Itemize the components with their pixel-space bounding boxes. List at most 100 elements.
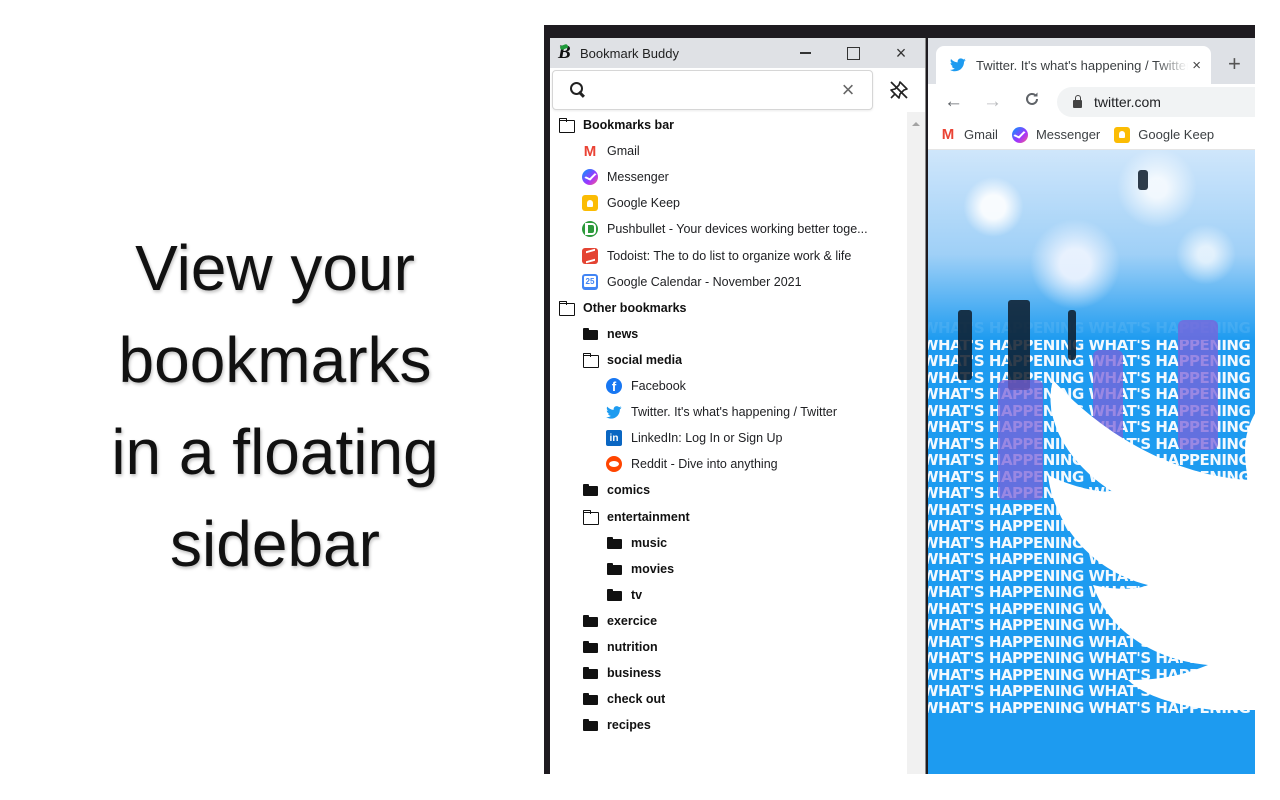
folder-closed-icon [582, 639, 598, 655]
linkedin-icon: in [606, 430, 622, 447]
bookmark-twitter-it-s-what-s-happening-[interactable]: Twitter. It's what's happening / Twitter [550, 399, 907, 425]
bookmarks-bar: M Gmail Messenger Google Keep [928, 120, 1255, 150]
item-label: comics [607, 483, 651, 498]
clear-search-button[interactable]: × [836, 79, 860, 101]
item-label: nutrition [607, 640, 658, 654]
bookmark-messenger[interactable]: Messenger [1011, 126, 1100, 143]
scrollbar[interactable] [907, 112, 925, 774]
item-label: Google Keep [607, 196, 680, 211]
item-label: Pushbullet - Your devices working better… [607, 222, 868, 237]
tab-twitter[interactable]: Twitter. It's what's happening / Twitter… [936, 46, 1211, 84]
unpin-button[interactable] [873, 70, 925, 110]
tab-title: Twitter. It's what's happening / Twitter [976, 57, 1189, 73]
folder-closed-icon [582, 482, 598, 498]
browser-toolbar: ← → twitter.com [928, 84, 1255, 120]
twitter-bird-logo-icon [1048, 380, 1255, 710]
google-keep-icon [1114, 126, 1131, 143]
headline-line: sidebar [170, 508, 380, 580]
folder-bookmarks-bar[interactable]: Bookmarks bar [550, 112, 907, 138]
item-label: LinkedIn: Log In or Sign Up [631, 431, 783, 446]
google-calendar-icon: 25 [582, 273, 598, 290]
search-row: × [550, 68, 925, 112]
folder-closed-icon [582, 691, 598, 707]
item-label: movies [631, 561, 675, 576]
item-label: social media [607, 352, 683, 367]
todoist-icon [582, 247, 598, 264]
bookmark-buddy-window: B Bookmark Buddy × × Bookmarks bar M Gma… [550, 38, 926, 774]
folder-recipes[interactable]: recipes [550, 712, 907, 738]
folder-closed-icon [606, 561, 622, 577]
item-label: check out [607, 692, 666, 707]
item-label: exercice [607, 613, 658, 628]
bookmark-todoist-the-to-do-list-to-orga[interactable]: Todoist: The to do list to organize work… [550, 243, 907, 269]
folder-business[interactable]: business [550, 660, 907, 686]
twitter-favicon-icon [950, 58, 966, 72]
paint-streak [958, 310, 972, 380]
bookmark-pushbullet-your-devices-workin[interactable]: Pushbullet - Your devices working better… [550, 216, 907, 242]
item-label: Gmail [607, 144, 640, 159]
twitter-icon [606, 404, 622, 420]
bookmark-reddit-dive-into-anything[interactable]: Reddit - Dive into anything [550, 451, 907, 477]
bookmark-tree: Bookmarks bar M Gmail Messenger Google Keep P… [550, 112, 907, 774]
item-label: recipes [607, 718, 651, 733]
bookmark-gmail[interactable]: M Gmail [550, 138, 907, 164]
search-icon [569, 81, 587, 99]
item-label: news [607, 326, 639, 341]
back-button[interactable]: ← [940, 91, 967, 113]
bookmark-linkedin-log-in-or-sign-up[interactable]: in LinkedIn: Log In or Sign Up [550, 425, 907, 451]
headline: View your bookmarks in a floating sideba… [40, 222, 510, 590]
bookmark-google-keep[interactable]: Google Keep [550, 190, 907, 216]
browser-window: Twitter. It's what's happening / Twitter… [928, 38, 1255, 774]
unpin-icon [890, 81, 908, 99]
folder-closed-icon [582, 717, 598, 733]
item-label: Twitter. It's what's happening / Twitter [631, 405, 838, 420]
item-label: Messenger [607, 170, 669, 185]
item-label: entertainment [607, 509, 690, 524]
folder-open-icon [582, 509, 599, 525]
folder-closed-icon [582, 665, 598, 681]
bookmark-messenger[interactable]: Messenger [550, 164, 907, 190]
folder-other-bookmarks[interactable]: Other bookmarks [550, 295, 907, 321]
item-label: Bookmarks bar [583, 118, 675, 132]
reload-icon [1025, 92, 1038, 105]
headline-line: in a floating [111, 416, 439, 488]
item-label: Facebook [631, 379, 686, 393]
new-tab-button[interactable]: + [1228, 52, 1241, 76]
paint-splash-decoration [928, 150, 1255, 340]
tab-close-button[interactable]: × [1192, 57, 1201, 74]
window-title: Bookmark Buddy [580, 45, 679, 61]
search-input[interactable] [595, 82, 836, 98]
folder-comics[interactable]: comics [550, 477, 907, 503]
item-label: Todoist: The to do list to organize work… [607, 248, 852, 263]
bookmark-gmail[interactable]: M Gmail [940, 126, 998, 143]
folder-music[interactable]: music [550, 530, 907, 556]
address-bar[interactable]: twitter.com [1057, 87, 1255, 117]
facebook-icon: f [606, 378, 622, 394]
folder-social-media[interactable]: social media [550, 347, 907, 373]
folder-tv[interactable]: tv [550, 582, 907, 608]
folder-check-out[interactable]: check out [550, 686, 907, 712]
folder-entertainment[interactable]: entertainment [550, 504, 907, 530]
close-button[interactable]: × [877, 38, 925, 68]
paint-streak [1068, 310, 1076, 360]
forward-button[interactable]: → [979, 91, 1006, 113]
google-keep-icon [582, 195, 598, 212]
folder-movies[interactable]: movies [550, 556, 907, 582]
bookmark-google-keep[interactable]: Google Keep [1114, 126, 1214, 143]
gmail-icon: M [583, 142, 597, 160]
maximize-button[interactable] [829, 38, 877, 68]
folder-closed-icon [582, 613, 598, 629]
title-bar[interactable]: B Bookmark Buddy × [550, 38, 925, 68]
messenger-icon [582, 169, 598, 186]
folder-exercice[interactable]: exercice [550, 608, 907, 634]
folder-news[interactable]: news [550, 321, 907, 347]
scroll-up-arrow-icon[interactable] [912, 122, 920, 126]
promo-canvas: View your bookmarks in a floating sideba… [0, 0, 1280, 800]
minimize-button[interactable] [781, 38, 829, 68]
headline-line: bookmarks [118, 324, 432, 396]
bookmark-facebook[interactable]: f Facebook [550, 373, 907, 399]
reload-button[interactable] [1018, 91, 1045, 113]
bookmark-google-calendar-november-2021[interactable]: 25 Google Calendar - November 2021 [550, 269, 907, 295]
folder-nutrition[interactable]: nutrition [550, 634, 907, 660]
folder-closed-icon [606, 535, 622, 551]
